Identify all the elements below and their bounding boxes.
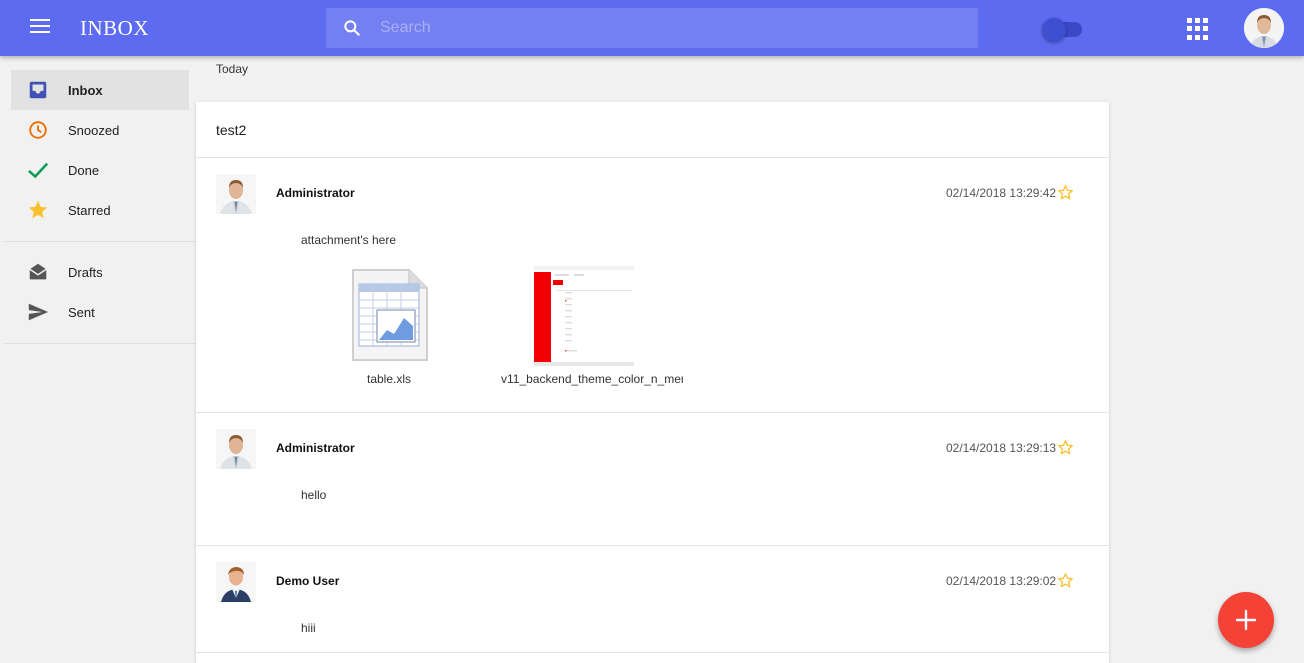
message[interactable]: Demo User 02/14/2018 13:29:02 hiii — [196, 545, 1109, 653]
message-body: attachment's here — [301, 233, 397, 247]
day-group-label: Today — [216, 62, 249, 76]
app-header: INBOX — [0, 0, 1304, 56]
sidebar-item-label: Sent — [68, 305, 95, 320]
sidebar-item-label: Done — [68, 163, 100, 178]
star-icon — [28, 200, 48, 219]
sender-name: Administrator — [276, 186, 355, 200]
sidebar-item-done[interactable]: Done — [11, 150, 189, 190]
spreadsheet-icon — [352, 269, 428, 361]
clock-icon — [29, 121, 47, 139]
sender-avatar — [216, 429, 256, 469]
star-outline-icon[interactable] — [1057, 439, 1074, 456]
drafts-icon — [29, 263, 47, 280]
search-box[interactable] — [326, 8, 978, 48]
message-body: hello — [301, 488, 327, 502]
user-avatar[interactable] — [1244, 8, 1284, 48]
message-date: 02/14/2018 13:29:42 — [946, 186, 1057, 200]
apps-grid-icon[interactable] — [1187, 18, 1209, 40]
message[interactable]: Administrator 02/14/2018 13:29:13 hello — [196, 412, 1109, 545]
sidebar-item-label: Inbox — [68, 83, 103, 98]
sidebar-divider — [5, 241, 195, 242]
search-icon — [344, 20, 360, 36]
sender-avatar — [216, 562, 256, 602]
theme-toggle[interactable] — [1040, 17, 1084, 42]
attachment-name: table.xls — [366, 372, 412, 386]
thread-card: test2 Administrator 02/14/2018 13:29:42 … — [196, 102, 1109, 663]
sidebar-item-drafts[interactable]: Drafts — [11, 252, 189, 292]
sender-name: Demo User — [276, 574, 340, 588]
message-date: 02/14/2018 13:29:13 — [946, 441, 1057, 455]
sender-avatar — [216, 174, 256, 214]
sidebar-item-sent[interactable]: Sent — [11, 292, 189, 332]
message-body: hiii — [301, 621, 316, 635]
send-icon — [28, 303, 49, 321]
sidebar-item-starred[interactable]: Starred — [11, 190, 189, 230]
sidebar-item-label: Drafts — [68, 265, 103, 280]
sidebar-divider — [5, 343, 195, 344]
sidebar-item-label: Snoozed — [68, 123, 120, 138]
check-icon — [27, 162, 49, 179]
toggle-knob — [1042, 18, 1066, 42]
inbox-icon — [29, 81, 47, 99]
app-title: INBOX — [80, 16, 149, 40]
sidebar-item-inbox[interactable]: Inbox — [11, 70, 189, 110]
menu-icon[interactable] — [28, 17, 52, 39]
sidebar: Inbox Snoozed Done Starred Drafts Sent — [5, 70, 195, 354]
search-input[interactable] — [380, 8, 960, 48]
sidebar-item-snoozed[interactable]: Snoozed — [11, 110, 189, 150]
attachment-item[interactable]: v11_backend_theme_color_n_menu — [501, 266, 683, 391]
attachment-item[interactable]: table.xls — [344, 266, 434, 391]
thread-subject: test2 — [216, 122, 247, 138]
compose-button[interactable] — [1218, 592, 1274, 648]
message[interactable]: Administrator 02/14/2018 13:29:42 attach… — [196, 157, 1109, 412]
plus-icon — [1235, 609, 1257, 631]
star-outline-icon[interactable] — [1057, 572, 1074, 589]
message-date: 02/14/2018 13:29:02 — [946, 574, 1057, 588]
sender-name: Administrator — [276, 441, 355, 455]
star-outline-icon[interactable] — [1057, 184, 1074, 201]
screenshot-thumbnail — [534, 266, 634, 366]
sidebar-item-label: Starred — [68, 203, 111, 218]
message-divider — [196, 652, 1109, 653]
attachment-name: v11_backend_theme_color_n_menu — [501, 372, 683, 386]
